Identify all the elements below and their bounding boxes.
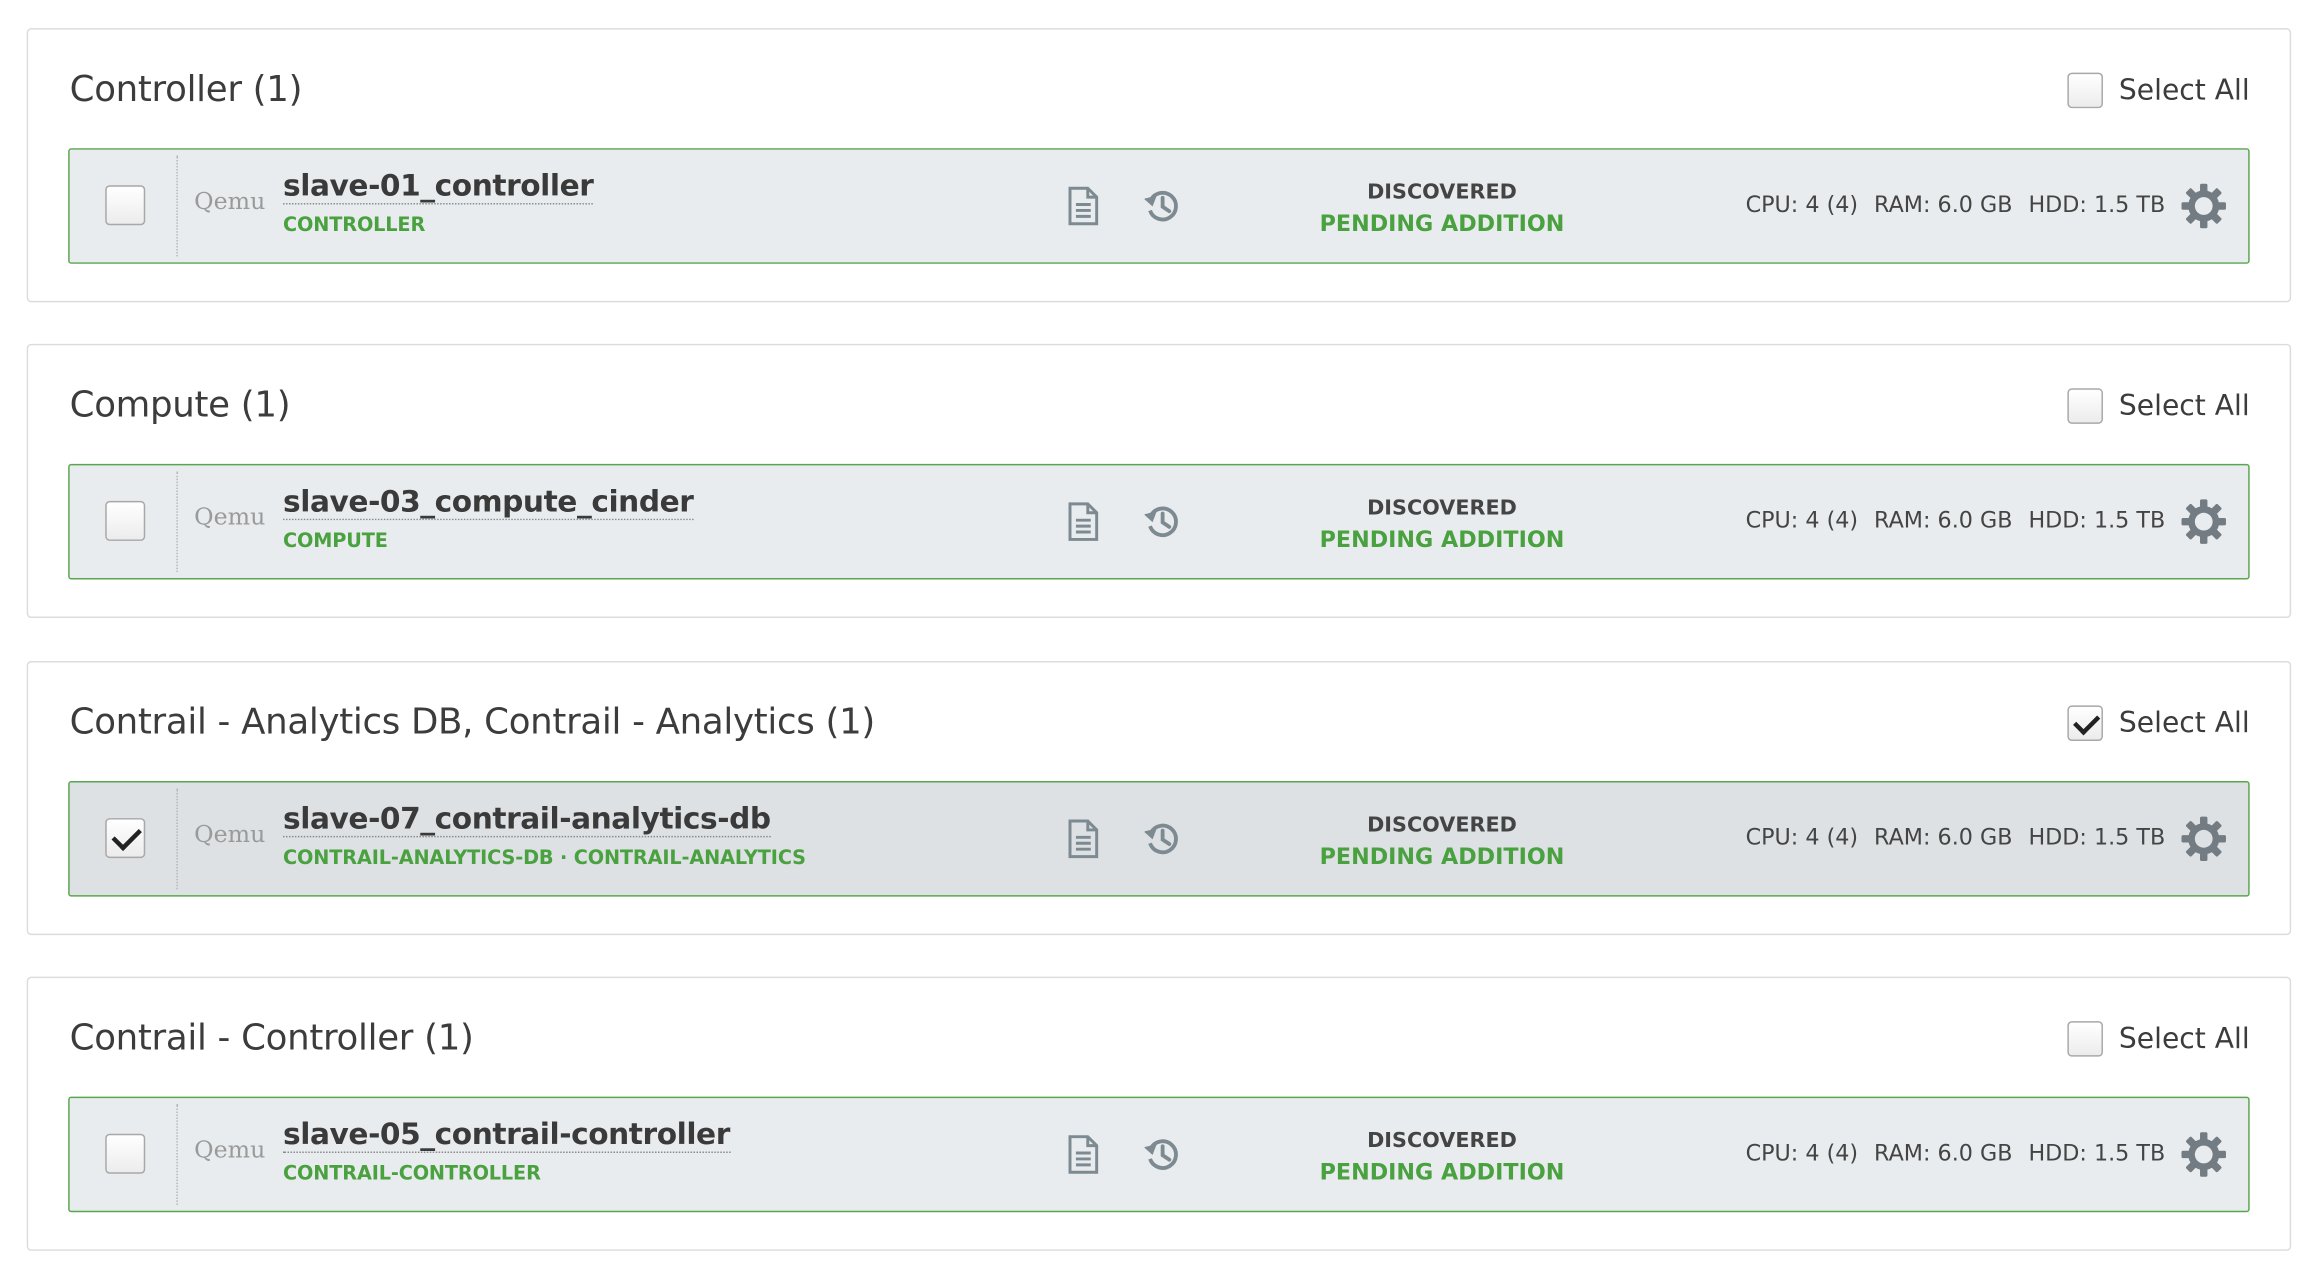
status-pending: PENDING ADDITION <box>1319 1158 1565 1186</box>
select-all-toggle[interactable]: Select All <box>2067 72 2250 109</box>
file-text-icon[interactable] <box>1064 501 1103 542</box>
divider <box>176 471 178 573</box>
node-roles: CONTROLLER <box>283 214 426 238</box>
node-row[interactable]: Qemu slave-05_contrail-controller CONTRA… <box>68 1096 2250 1213</box>
node-roles: CONTRAIL-CONTROLLER <box>283 1163 541 1186</box>
node-row[interactable]: Qemu slave-01_controller CONTROLLER DISC… <box>68 148 2250 264</box>
status-discovered: DISCOVERED <box>1367 496 1517 521</box>
gear-icon[interactable] <box>2180 815 2227 862</box>
select-all-toggle[interactable]: Select All <box>2067 1021 2250 1057</box>
node-roles: CONTRAIL-ANALYTICS-DB · CONTRAIL-ANALYTI… <box>283 847 806 870</box>
status-pending: PENDING ADDITION <box>1319 843 1565 870</box>
node-status: DISCOVERED PENDING ADDITION <box>1300 1126 1585 1188</box>
hdd-spec: HDD: 1.5 TB <box>2028 1139 2166 1167</box>
node-status: DISCOVERED PENDING ADDITION <box>1300 494 1585 556</box>
history-icon[interactable] <box>1143 501 1182 542</box>
node-group-compute: Compute (1) Select All Qemu slave-03_com… <box>26 343 2292 618</box>
select-all-toggle[interactable]: Select All <box>2067 705 2250 741</box>
node-vendor: Qemu <box>194 186 266 215</box>
node-vendor: Qemu <box>194 502 266 531</box>
status-discovered: DISCOVERED <box>1367 813 1517 838</box>
select-all-label: Select All <box>2118 706 2250 740</box>
history-icon[interactable] <box>1143 185 1182 226</box>
cpu-spec: CPU: 4 (4) <box>1745 191 1859 218</box>
hdd-spec: HDD: 1.5 TB <box>2028 823 2166 851</box>
divider <box>176 788 178 890</box>
node-vendor: Qemu <box>194 1135 266 1164</box>
node-status: DISCOVERED PENDING ADDITION <box>1300 178 1585 240</box>
group-title: Contrail - Analytics DB, Contrail - Anal… <box>69 700 876 743</box>
group-title: Compute (1) <box>69 383 291 426</box>
select-all-label: Select All <box>2118 389 2250 423</box>
cpu-spec: CPU: 4 (4) <box>1745 1139 1859 1167</box>
node-specs: CPU: 4 (4) RAM: 6.0 GB HDD: 1.5 TB <box>1746 1140 2166 1167</box>
node-groups-list: Controller (1) Select All Qemu slave-01_… <box>0 0 2318 1275</box>
select-all-checkbox[interactable] <box>2067 705 2103 741</box>
node-status: DISCOVERED PENDING ADDITION <box>1300 811 1585 873</box>
node-name[interactable]: slave-05_contrail-controller <box>283 1116 730 1153</box>
node-group-controller: Controller (1) Select All Qemu slave-01_… <box>26 28 2292 303</box>
status-pending: PENDING ADDITION <box>1319 210 1565 238</box>
ram-spec: RAM: 6.0 GB <box>1874 506 2013 534</box>
status-discovered: DISCOVERED <box>1367 180 1517 205</box>
status-discovered: DISCOVERED <box>1367 1129 1517 1153</box>
select-all-label: Select All <box>2118 74 2250 107</box>
node-specs: CPU: 4 (4) RAM: 6.0 GB HDD: 1.5 TB <box>1746 507 2166 534</box>
hdd-spec: HDD: 1.5 TB <box>2028 191 2166 218</box>
gear-icon[interactable] <box>2180 498 2227 545</box>
node-vendor: Qemu <box>194 819 266 848</box>
node-specs: CPU: 4 (4) RAM: 6.0 GB HDD: 1.5 TB <box>1746 824 2166 851</box>
node-name[interactable]: slave-03_compute_cinder <box>283 483 694 521</box>
node-roles: COMPUTE <box>283 530 388 553</box>
file-text-icon[interactable] <box>1064 1134 1103 1175</box>
divider <box>176 1104 178 1205</box>
history-icon[interactable] <box>1143 818 1182 859</box>
divider <box>176 155 178 257</box>
select-all-toggle[interactable]: Select All <box>2067 388 2250 424</box>
select-all-checkbox[interactable] <box>2067 388 2103 424</box>
gear-icon[interactable] <box>2180 1131 2227 1178</box>
node-specs: CPU: 4 (4) RAM: 6.0 GB HDD: 1.5 TB <box>1746 191 2166 218</box>
node-checkbox[interactable] <box>105 185 146 226</box>
cpu-spec: CPU: 4 (4) <box>1745 506 1859 534</box>
ram-spec: RAM: 6.0 GB <box>1874 1139 2013 1167</box>
select-all-label: Select All <box>2118 1022 2250 1056</box>
node-row[interactable]: Qemu slave-07_contrail-analytics-db CONT… <box>68 781 2250 897</box>
node-group-contrail-controller: Contrail - Controller (1) Select All Qem… <box>26 976 2292 1251</box>
ram-spec: RAM: 6.0 GB <box>1874 191 2013 218</box>
node-group-contrail-analytics: Contrail - Analytics DB, Contrail - Anal… <box>26 660 2292 936</box>
history-icon[interactable] <box>1143 1134 1182 1175</box>
node-checkbox[interactable] <box>105 1133 146 1174</box>
file-text-icon[interactable] <box>1064 818 1103 859</box>
ram-spec: RAM: 6.0 GB <box>1874 823 2013 851</box>
node-checkbox[interactable] <box>105 500 146 541</box>
node-checkbox[interactable] <box>105 818 146 859</box>
select-all-checkbox[interactable] <box>2067 1021 2103 1057</box>
node-name[interactable]: slave-07_contrail-analytics-db <box>283 800 771 838</box>
node-row[interactable]: Qemu slave-03_compute_cinder COMPUTE DIS… <box>68 463 2250 580</box>
group-title: Controller (1) <box>69 68 303 110</box>
hdd-spec: HDD: 1.5 TB <box>2028 506 2166 534</box>
cpu-spec: CPU: 4 (4) <box>1745 823 1859 851</box>
node-name[interactable]: slave-01_controller <box>283 167 594 205</box>
select-all-checkbox[interactable] <box>2067 72 2103 109</box>
gear-icon[interactable] <box>2180 182 2227 229</box>
status-pending: PENDING ADDITION <box>1319 526 1565 553</box>
file-text-icon[interactable] <box>1064 185 1103 226</box>
group-title: Contrail - Controller (1) <box>69 1016 474 1059</box>
